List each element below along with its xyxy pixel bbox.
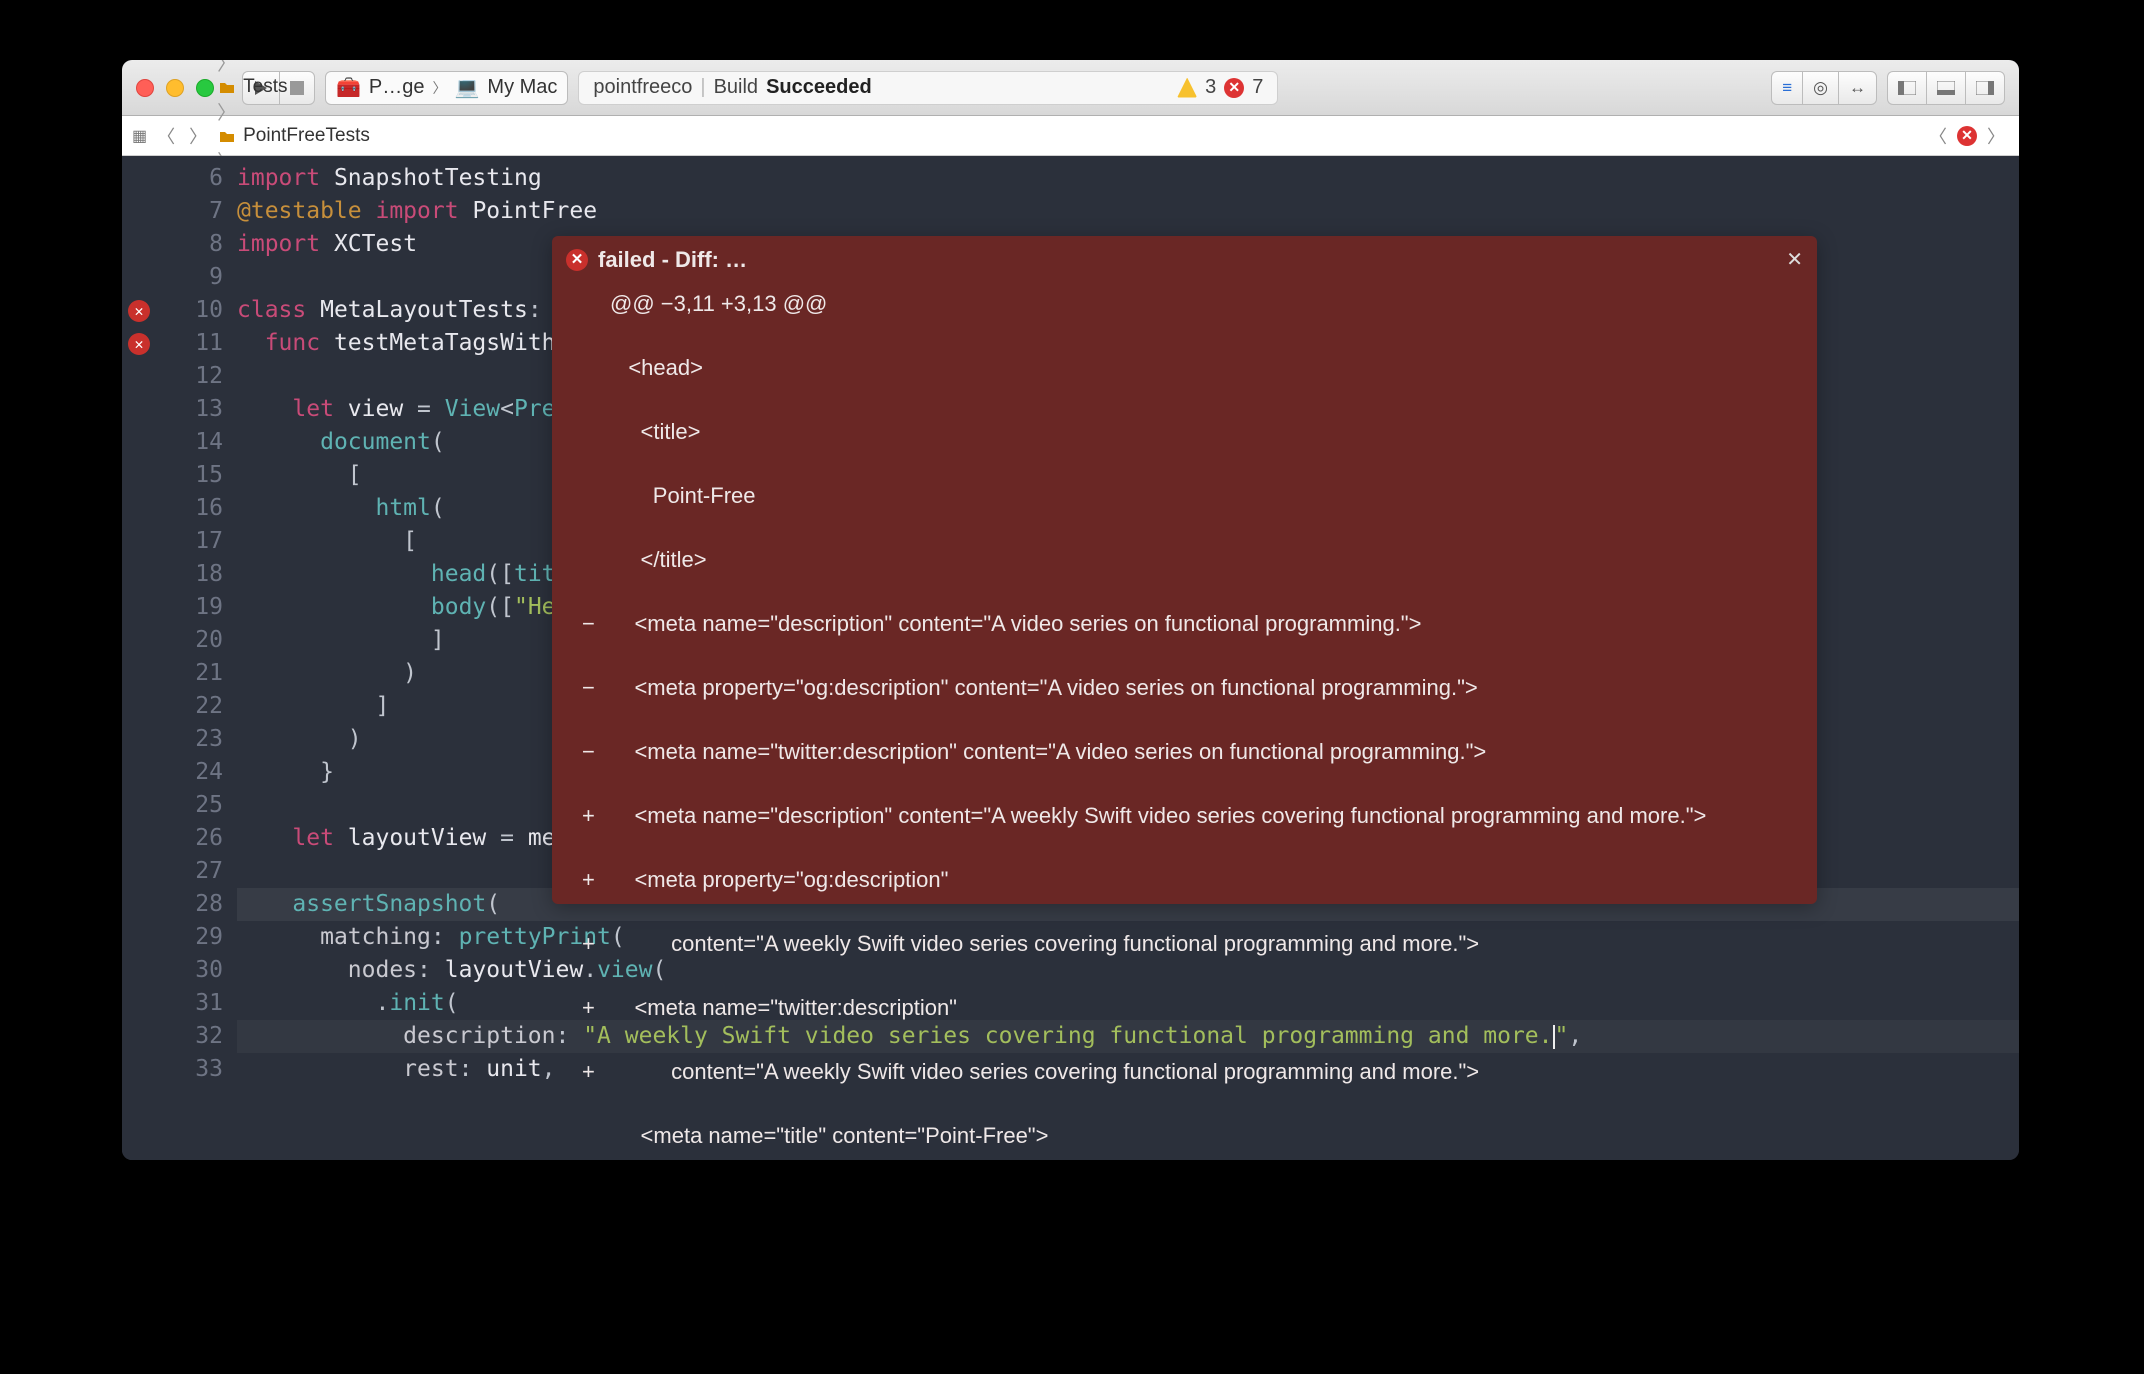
panel-toggle-group: [1887, 71, 2005, 105]
chevron-right-icon: 〉: [217, 60, 236, 75]
diff-line: <meta name="twitter:description": [582, 992, 1787, 1024]
chevron-right-icon: 〉: [217, 103, 236, 124]
gutter-error-icon[interactable]: ✕: [128, 300, 150, 322]
line-number: 11✕: [122, 327, 237, 360]
destination-name: My Mac: [487, 76, 557, 99]
diff-line: </title>: [582, 544, 1787, 576]
diff-line: <meta name="description" content="A vide…: [582, 608, 1787, 640]
standard-editor-button[interactable]: ≡: [1771, 71, 1802, 105]
warning-icon: [1177, 78, 1197, 98]
diff-line: content="A weekly Swift video series cov…: [582, 928, 1787, 960]
line-number: 16: [122, 492, 237, 525]
line-number: 19: [122, 591, 237, 624]
version-editor-button[interactable]: ↔: [1838, 71, 1877, 105]
next-issue-button[interactable]: 〉: [1983, 123, 2009, 149]
line-number: 8: [122, 228, 237, 261]
line-number: 22: [122, 690, 237, 723]
breadcrumb-item[interactable]: PointFreeTests: [217, 125, 480, 147]
line-number: 30: [122, 954, 237, 987]
zoom-window-button[interactable]: [196, 79, 214, 97]
minimize-window-button[interactable]: [166, 79, 184, 97]
editor-mode-group: ≡ ◎ ↔: [1771, 71, 1877, 105]
diff-line: content="A weekly Swift video series cov…: [582, 1056, 1787, 1088]
gutter-error-icon[interactable]: ✕: [128, 333, 150, 355]
breadcrumb-item[interactable]: Tests: [217, 76, 480, 98]
line-number: 32: [122, 1020, 237, 1053]
breadcrumb-label: Tests: [243, 76, 287, 98]
error-icon: ✕: [1224, 78, 1244, 98]
source-editor[interactable]: 678910✕11✕121314151617181920212223242526…: [122, 156, 2019, 1160]
status-action: Build: [714, 76, 758, 99]
diff-line: <meta name="description" content="A week…: [582, 800, 1787, 832]
line-number: 13: [122, 393, 237, 426]
traffic-lights: [136, 79, 214, 97]
diff-line: @@ −3,11 +3,13 @@: [582, 288, 1787, 320]
line-number: 20: [122, 624, 237, 657]
related-items-icon[interactable]: ▦: [132, 126, 147, 146]
line-number: 29: [122, 921, 237, 954]
line-number: 17: [122, 525, 237, 558]
diff-line: <meta property="og:description" content=…: [582, 672, 1787, 704]
line-number: 28: [122, 888, 237, 921]
line-number: 27: [122, 855, 237, 888]
line-number: 10✕: [122, 294, 237, 327]
assistant-editor-button[interactable]: ◎: [1802, 71, 1838, 105]
status-project: pointfreeco: [593, 76, 692, 99]
left-panel-toggle[interactable]: [1887, 71, 1926, 105]
folder-icon: [217, 126, 237, 146]
line-gutter: 678910✕11✕121314151617181920212223242526…: [122, 156, 237, 1160]
line-number: 14: [122, 426, 237, 459]
close-window-button[interactable]: [136, 79, 154, 97]
diff-line: <meta name="title" content="Point-Free">: [582, 1120, 1787, 1152]
right-panel-toggle[interactable]: [1965, 71, 2005, 105]
code-line[interactable]: import SnapshotTesting: [237, 162, 2019, 195]
prev-issue-button[interactable]: 〈: [1925, 123, 1951, 149]
error-count: 7: [1252, 76, 1263, 99]
line-number: 24: [122, 756, 237, 789]
bottom-panel-toggle[interactable]: [1926, 71, 1965, 105]
issue-error-icon: ✕: [1957, 126, 1977, 146]
warning-count: 3: [1205, 76, 1216, 99]
line-number: 25: [122, 789, 237, 822]
line-number: 6: [122, 162, 237, 195]
line-number: 15: [122, 459, 237, 492]
jump-bar: ▦ 〈 〉 ▤PointFree〉Tests〉PointFreeTests〉sM…: [122, 116, 2019, 156]
xcode-window: 🧰 P…ge 〉 💻 My Mac pointfreeco | Build Su…: [122, 60, 2019, 1160]
error-icon: ✕: [566, 249, 588, 271]
line-number: 7: [122, 195, 237, 228]
line-number: 26: [122, 822, 237, 855]
close-icon[interactable]: ✕: [1786, 244, 1803, 276]
diff-title: failed - Diff: …: [598, 244, 747, 276]
code-line[interactable]: @testable import PointFree: [237, 195, 2019, 228]
line-number: 21: [122, 657, 237, 690]
status-result: Succeeded: [766, 76, 872, 99]
diff-line: <meta property="og:description": [582, 864, 1787, 896]
diff-line: <meta name="twitter:description" content…: [582, 736, 1787, 768]
diff-line: <title>: [582, 416, 1787, 448]
line-number: 33: [122, 1053, 237, 1086]
forward-button[interactable]: 〉: [185, 123, 211, 149]
line-number: 12: [122, 360, 237, 393]
breadcrumb-label: PointFreeTests: [243, 125, 370, 147]
diff-body: @@ −3,11 +3,13 @@ <head> <title> Point-F…: [552, 284, 1817, 1160]
folder-icon: [217, 77, 237, 97]
test-failure-diff-panel: ✕ failed - Diff: … ✕ @@ −3,11 +3,13 @@ <…: [552, 236, 1817, 904]
line-number: 9: [122, 261, 237, 294]
line-number: 31: [122, 987, 237, 1020]
line-number: 23: [122, 723, 237, 756]
activity-status[interactable]: pointfreeco | Build Succeeded 3 ✕ 7: [578, 71, 1278, 105]
diff-line: <head>: [582, 352, 1787, 384]
line-number: 18: [122, 558, 237, 591]
back-button[interactable]: 〈: [153, 123, 179, 149]
diff-line: Point-Free: [582, 480, 1787, 512]
